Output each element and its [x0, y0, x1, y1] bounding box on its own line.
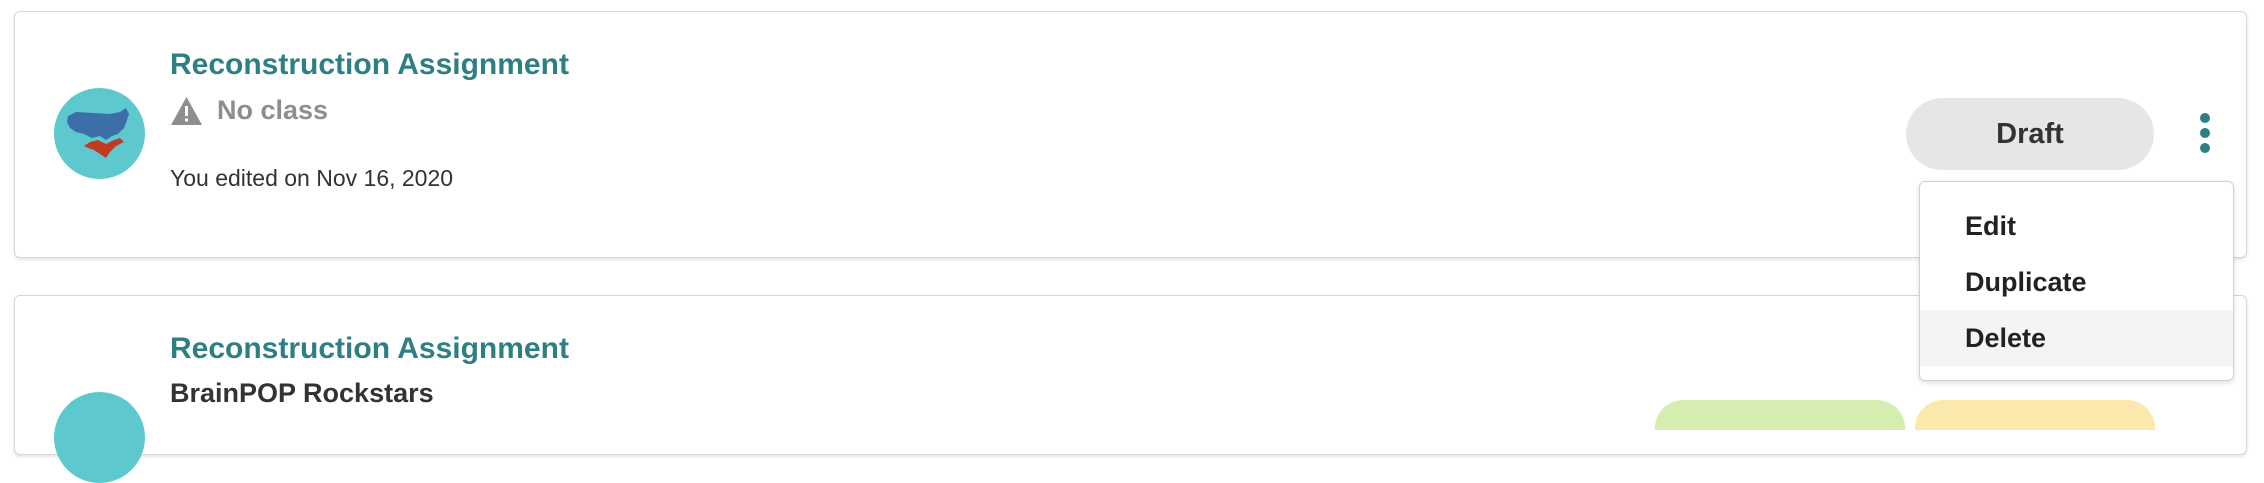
class-label: No class — [170, 95, 328, 126]
menu-item-edit[interactable]: Edit — [1920, 198, 2233, 254]
class-name: BrainPOP Rockstars — [170, 378, 434, 408]
more-vertical-icon[interactable] — [2193, 113, 2217, 153]
assignment-title[interactable]: Reconstruction Assignment — [170, 332, 569, 366]
warning-icon — [170, 96, 203, 126]
assignment-card[interactable]: Reconstruction Assignment BrainPOP Rocks… — [14, 295, 2247, 483]
class-name: No class — [217, 95, 329, 125]
us-map-icon — [54, 88, 145, 179]
menu-item-duplicate[interactable]: Duplicate — [1920, 254, 2233, 310]
status-badge[interactable] — [1915, 400, 2155, 430]
assignment-title[interactable]: Reconstruction Assignment — [170, 48, 569, 82]
edited-date: You edited on Nov 16, 2020 — [170, 165, 454, 191]
us-map-icon — [54, 392, 145, 483]
assignment-card[interactable]: Reconstruction Assignment No class You e… — [14, 11, 2247, 258]
status-badge[interactable] — [1655, 400, 1905, 430]
more-options-menu: Edit Duplicate Delete — [1919, 181, 2234, 381]
menu-item-delete[interactable]: Delete — [1920, 310, 2233, 366]
status-badge-draft[interactable]: Draft — [1906, 98, 2154, 170]
